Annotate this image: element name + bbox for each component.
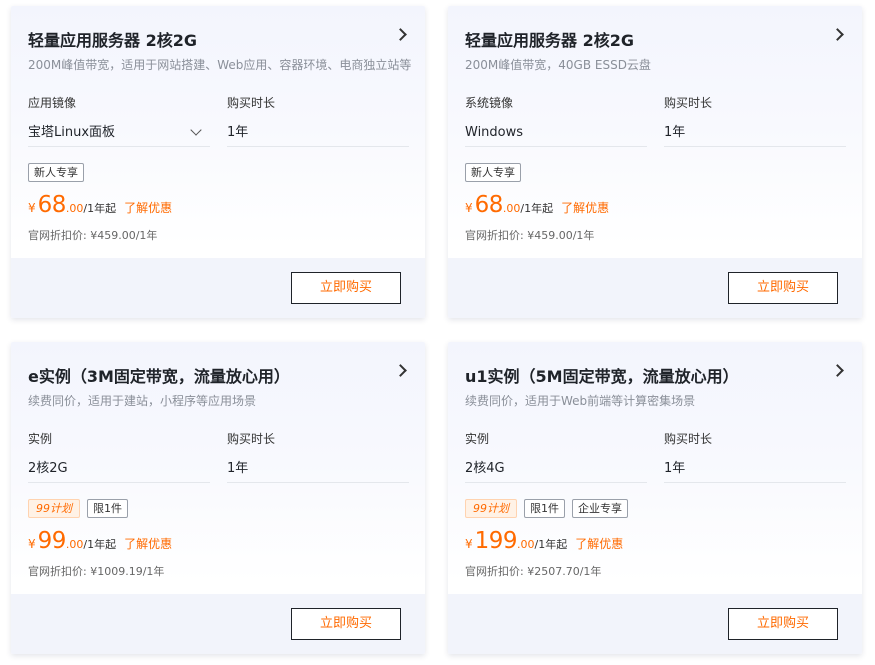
chevron-right-icon[interactable] (394, 364, 407, 377)
buy-now-button[interactable]: 立即购买 (728, 272, 838, 304)
discount-info-link[interactable]: 了解优惠 (561, 199, 609, 216)
duration-value[interactable]: 1年 (227, 456, 409, 483)
system-image-field: 系统镜像 Windows (465, 94, 647, 147)
field-label: 应用镜像 (28, 96, 77, 110)
field-label: 购买时长 (664, 432, 713, 446)
plan-99-badge: 99计划 (28, 499, 80, 518)
tag-list: 99计划 限1件 (28, 499, 128, 518)
price-integer: 199 (474, 528, 518, 554)
discount-info-link[interactable]: 了解优惠 (124, 535, 172, 552)
field-label: 购买时长 (227, 432, 276, 446)
card-description: 200M峰值带宽，40GB ESSD云盘 (465, 58, 651, 72)
currency-symbol: ¥ (28, 537, 36, 551)
card-title[interactable]: u1实例（5M固定带宽，流量放心用） (465, 363, 739, 387)
currency-symbol: ¥ (465, 201, 473, 215)
duration-value[interactable]: 1年 (664, 120, 846, 147)
tag-limit-one: 限1件 (87, 499, 128, 518)
duration-field: 购买时长 1年 (227, 430, 409, 483)
instance-value[interactable]: 2核4G (465, 456, 647, 483)
card-title[interactable]: e实例（3M固定带宽，流量放心用） (28, 363, 290, 387)
card-footer: 立即购买 (448, 258, 862, 318)
price-row: ¥ 68 .00 /1年起 了解优惠 (465, 192, 609, 218)
duration-field: 购买时长 1年 (664, 430, 846, 483)
tag-new-user: 新人专享 (465, 163, 521, 182)
card-description: 续费同价，适用于建站，小程序等应用场景 (28, 394, 257, 408)
chevron-right-icon[interactable] (394, 28, 407, 41)
product-card: u1实例（5M固定带宽，流量放心用） 续费同价，适用于Web前端等计算密集场景 … (448, 342, 862, 654)
tag-list: 99计划 限1件 企业专享 (465, 499, 628, 518)
field-label: 购买时长 (664, 96, 713, 110)
chevron-down-icon[interactable] (190, 124, 202, 136)
price-row: ¥ 99 .00 /1年起 了解优惠 (28, 528, 172, 554)
card-footer: 立即购买 (11, 594, 425, 654)
image-select-field: 应用镜像 宝塔Linux面板 (28, 94, 210, 147)
price-unit: /1年起 (534, 538, 568, 551)
card-description: 200M峰值带宽，适用于网站搭建、Web应用、容器环境、电商独立站等 (28, 58, 412, 72)
buy-now-button[interactable]: 立即购买 (728, 608, 838, 640)
buy-now-button[interactable]: 立即购买 (291, 272, 401, 304)
instance-field: 实例 2核4G (465, 430, 647, 483)
price-row: ¥ 199 .00 /1年起 了解优惠 (465, 528, 623, 554)
price-decimal: .00 (65, 538, 84, 551)
discount-info-link[interactable]: 了解优惠 (124, 199, 172, 216)
duration-field: 购买时长 1年 (664, 94, 846, 147)
field-label: 系统镜像 (465, 96, 514, 110)
buy-now-button[interactable]: 立即购买 (291, 608, 401, 640)
product-card: e实例（3M固定带宽，流量放心用） 续费同价，适用于建站，小程序等应用场景 实例… (11, 342, 425, 654)
original-price: 官网折扣价: ¥1009.19/1年 (28, 565, 165, 578)
field-label: 购买时长 (227, 96, 276, 110)
card-title[interactable]: 轻量应用服务器 2核2G (28, 27, 197, 51)
card-footer: 立即购买 (448, 594, 862, 654)
chevron-right-icon[interactable] (831, 364, 844, 377)
field-label: 实例 (28, 432, 53, 446)
image-select-value: 宝塔Linux面板 (28, 125, 116, 140)
tag-list: 新人专享 (465, 163, 521, 182)
tag-enterprise-only: 企业专享 (572, 499, 628, 518)
price-row: ¥ 68 .00 /1年起 了解优惠 (28, 192, 172, 218)
field-label: 实例 (465, 432, 490, 446)
card-title[interactable]: 轻量应用服务器 2核2G (465, 27, 634, 51)
system-image-value[interactable]: Windows (465, 120, 647, 147)
price-integer: 68 (37, 192, 67, 218)
currency-symbol: ¥ (28, 201, 36, 215)
price-decimal: .00 (65, 202, 84, 215)
duration-value[interactable]: 1年 (227, 120, 409, 147)
tag-limit-one: 限1件 (524, 499, 565, 518)
duration-value[interactable]: 1年 (664, 456, 846, 483)
currency-symbol: ¥ (465, 537, 473, 551)
duration-field: 购买时长 1年 (227, 94, 409, 147)
card-footer: 立即购买 (11, 258, 425, 318)
original-price: 官网折扣价: ¥2507.70/1年 (465, 565, 602, 578)
image-select[interactable]: 宝塔Linux面板 (28, 120, 210, 147)
price-decimal: .00 (517, 538, 535, 551)
plan-99-badge: 99计划 (465, 499, 517, 518)
price-unit: /1年起 (83, 202, 117, 215)
tag-list: 新人专享 (28, 163, 84, 182)
card-description: 续费同价，适用于Web前端等计算密集场景 (465, 394, 696, 408)
original-price: 官网折扣价: ¥459.00/1年 (465, 229, 595, 242)
chevron-right-icon[interactable] (831, 28, 844, 41)
product-card: 轻量应用服务器 2核2G 200M峰值带宽，40GB ESSD云盘 系统镜像 W… (448, 6, 862, 318)
price-integer: 68 (474, 192, 504, 218)
discount-info-link[interactable]: 了解优惠 (575, 535, 623, 552)
price-unit: /1年起 (520, 202, 554, 215)
product-card: 轻量应用服务器 2核2G 200M峰值带宽，适用于网站搭建、Web应用、容器环境… (11, 6, 425, 318)
price-decimal: .00 (502, 202, 521, 215)
price-integer: 99 (37, 528, 67, 554)
price-unit: /1年起 (83, 538, 117, 551)
original-price: 官网折扣价: ¥459.00/1年 (28, 229, 158, 242)
instance-field: 实例 2核2G (28, 430, 210, 483)
instance-value[interactable]: 2核2G (28, 456, 210, 483)
tag-new-user: 新人专享 (28, 163, 84, 182)
